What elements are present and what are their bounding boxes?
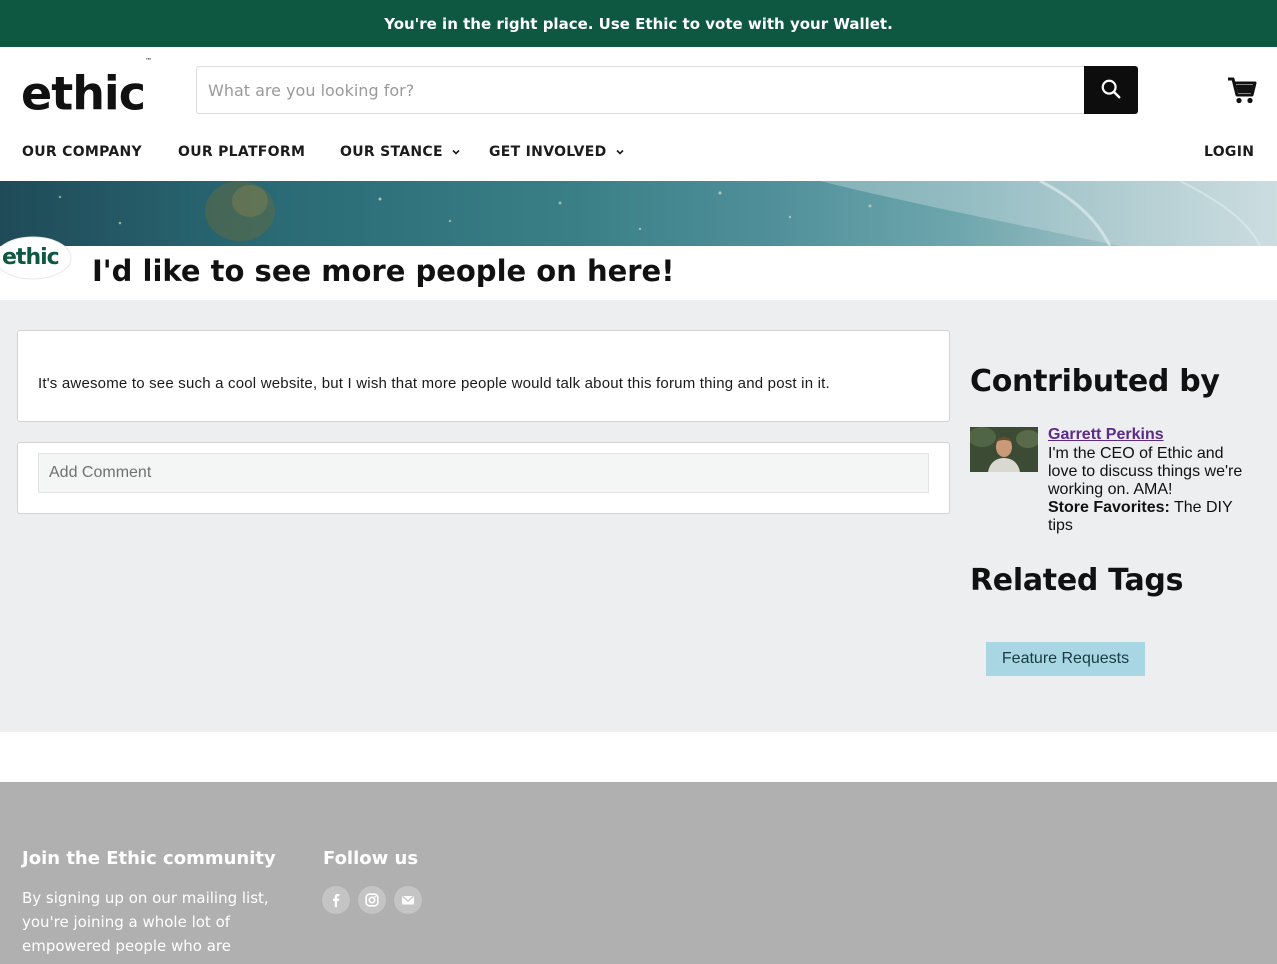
nav-get-involved[interactable]: GET INVOLVED — [489, 144, 625, 160]
nav-our-platform[interactable]: OUR PLATFORM — [178, 144, 305, 160]
ocean-plastic-image — [58, 181, 1277, 246]
follow-us-heading: Follow us — [323, 848, 419, 869]
join-community-heading: Join the Ethic community — [22, 848, 276, 869]
post-body: It's awesome to see such a cool website,… — [38, 375, 830, 392]
nav-label: GET INVOLVED — [489, 144, 607, 160]
cart-button[interactable] — [1226, 74, 1258, 106]
search-bar — [196, 66, 1138, 114]
add-comment-input[interactable] — [38, 453, 929, 493]
post-card: It's awesome to see such a cool website,… — [17, 330, 950, 422]
store-favorites: Store Favorites: The DIY tips — [1048, 499, 1248, 535]
cart-icon — [1226, 77, 1258, 110]
nav-label: OUR STANCE — [340, 144, 443, 160]
login-label: LOGIN — [1204, 144, 1255, 160]
author-name-link[interactable]: Garrett Perkins — [1048, 426, 1164, 444]
facebook-icon — [333, 894, 340, 907]
site-footer: Join the Ethic community By signing up o… — [0, 782, 1277, 964]
store-favorites-label: Store Favorites: — [1048, 499, 1170, 516]
nav-label: OUR COMPANY — [22, 144, 142, 160]
post-title: I'd like to see more people on here! — [92, 254, 675, 288]
logo-text: ethic — [21, 66, 146, 121]
post-title-bar: ethic I'd like to see more people on her… — [0, 236, 1277, 300]
comment-card — [17, 442, 950, 514]
author-avatar[interactable] — [970, 427, 1038, 472]
nav-our-company[interactable]: OUR COMPANY — [22, 144, 142, 160]
main-content: It's awesome to see such a cool website,… — [0, 300, 1277, 732]
nav-label: OUR PLATFORM — [178, 144, 306, 160]
join-community-text: By signing up on our mailing list, you'r… — [22, 889, 269, 955]
related-tags-heading: Related Tags — [970, 563, 1184, 598]
chevron-down-icon — [452, 149, 460, 155]
announcement-text: You're in the right place. Use Ethic to … — [384, 14, 893, 33]
facebook-link[interactable] — [322, 886, 350, 914]
instagram-link[interactable] — [358, 886, 386, 914]
contributed-by-heading: Contributed by — [970, 364, 1220, 399]
ethic-badge-logo: ethic — [0, 236, 72, 280]
instagram-icon — [365, 893, 379, 907]
nav-our-stance[interactable]: OUR STANCE — [340, 144, 461, 160]
search-button[interactable] — [1084, 66, 1138, 114]
chevron-down-icon — [615, 149, 624, 155]
author-bio: I'm the CEO of Ethic and love to discuss… — [1048, 445, 1243, 498]
search-icon — [1100, 78, 1122, 103]
login-link[interactable]: LOGIN — [1204, 144, 1254, 160]
email-icon — [402, 895, 414, 905]
badge-text: ethic — [2, 245, 59, 270]
logo-trademark: ™ — [144, 57, 152, 65]
announcement-bar: You're in the right place. Use Ethic to … — [0, 0, 1277, 47]
email-link[interactable] — [394, 886, 422, 914]
search-input[interactable] — [197, 67, 1083, 113]
main-nav: OUR COMPANY OUR PLATFORM OUR STANCE GET … — [0, 136, 1277, 168]
site-header: ethic™ OUR COMPANY OUR PLATFORM OUR STAN… — [0, 47, 1277, 181]
hero-banner-image — [0, 181, 1277, 246]
site-logo[interactable]: ethic™ — [21, 57, 152, 121]
tag-feature-requests[interactable]: Feature Requests — [986, 642, 1145, 676]
